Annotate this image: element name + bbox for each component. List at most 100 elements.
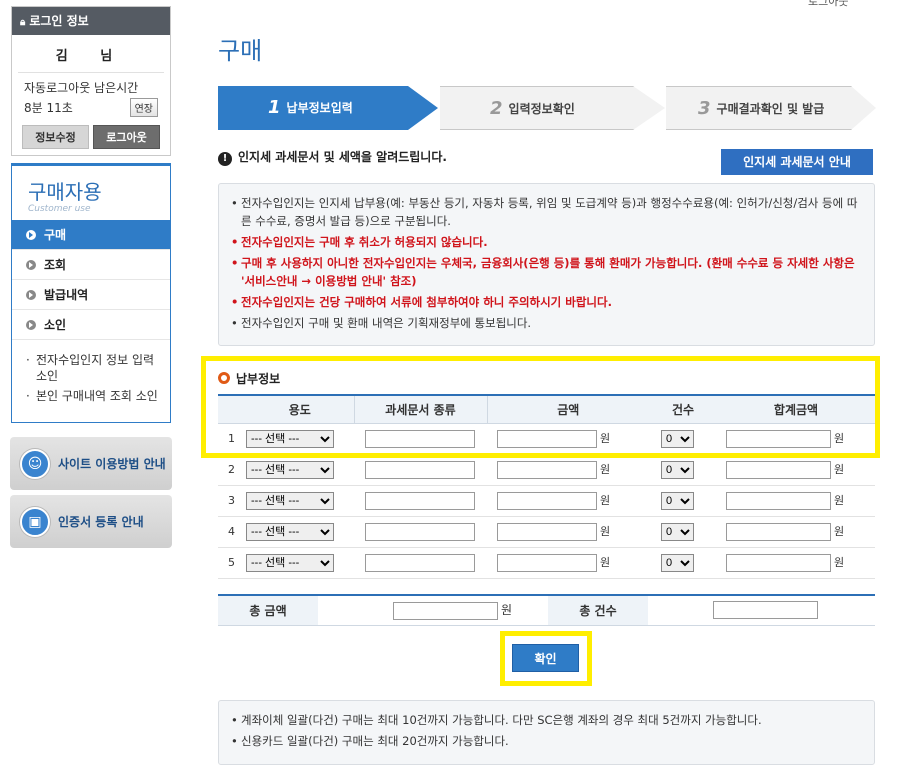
amount-cell: 원 xyxy=(487,485,649,517)
doc-type-field[interactable] xyxy=(365,522,475,541)
nav-item-purchase[interactable]: 구매 xyxy=(12,220,170,250)
bottom-note: 계좌이체 일괄(다건) 구매는 최대 10건까지 가능합니다. 다만 SC은행 … xyxy=(231,711,864,729)
use-select[interactable]: --- 선택 --- xyxy=(246,553,334,572)
bottom-note: 신용카드 일괄(다건) 구매는 최대 20건까지 가능합니다. xyxy=(231,732,864,750)
doc-type-cell xyxy=(354,516,487,548)
doc-type-field[interactable] xyxy=(365,460,475,479)
nav-item-issue-history[interactable]: 발급내역 xyxy=(12,280,170,310)
login-info-title: 로그인 정보 xyxy=(29,14,89,28)
amount-field[interactable] xyxy=(497,429,597,448)
sub-link-stamp-info-input[interactable]: 전자수입인지 정보 입력 소인 xyxy=(26,352,162,384)
step-number: 2 xyxy=(490,98,503,119)
total-cell: 원 xyxy=(717,485,875,517)
step-label: 구매결과확인 및 발급 xyxy=(716,102,825,116)
doc-type-field[interactable] xyxy=(365,553,475,572)
bottom-notes: 계좌이체 일괄(다건) 구매는 최대 10건까지 가능합니다. 다만 SC은행 … xyxy=(218,700,875,765)
count-select[interactable]: 0 xyxy=(661,429,694,448)
use-select[interactable]: --- 선택 --- xyxy=(246,491,334,510)
count-cell: 0 xyxy=(649,423,717,455)
col-header-doc-type: 과세문서 종류 xyxy=(353,394,487,424)
use-cell: --- 선택 --- xyxy=(246,454,354,486)
count-cell: 0 xyxy=(649,516,717,548)
total-amount-label: 총 금액 xyxy=(218,594,318,626)
row-total-field[interactable] xyxy=(726,460,831,479)
totals-row: 총 금액 원 총 건수 xyxy=(218,594,875,626)
total-cell: 원 xyxy=(717,516,875,548)
radio-ring-icon xyxy=(218,372,230,384)
exclamation-icon: ! xyxy=(218,152,232,166)
site-guide-banner[interactable]: ☺ 사이트 이용방법 안내 xyxy=(10,437,172,490)
extend-button[interactable]: 연장 xyxy=(129,98,158,117)
login-info-panel: 🔒︎ 로그인 정보 김 님 자동로그아웃 남은시간 8분 11초 연장 정보수정 … xyxy=(11,6,171,156)
row-total-field[interactable] xyxy=(726,553,831,572)
row-total-field[interactable] xyxy=(726,429,831,448)
amount-field[interactable] xyxy=(497,553,597,572)
amount-field[interactable] xyxy=(497,460,597,479)
won-unit: 원 xyxy=(834,431,845,445)
amount-cell: 원 xyxy=(487,454,649,486)
sub-link-purchase-history[interactable]: 본인 구매내역 조회 소인 xyxy=(26,388,162,404)
won-unit: 원 xyxy=(834,524,845,538)
total-amount-field[interactable] xyxy=(393,601,498,620)
tax-document-guide-button[interactable]: 인지세 과세문서 안내 xyxy=(721,149,873,175)
won-unit: 원 xyxy=(834,462,845,476)
won-unit: 원 xyxy=(600,524,611,538)
page-title: 구매 xyxy=(218,37,263,65)
confirm-button[interactable]: 확인 xyxy=(512,644,579,672)
nav-item-inquiry[interactable]: 조회 xyxy=(12,250,170,280)
row-total-field[interactable] xyxy=(726,522,831,541)
bullet-arrow-icon xyxy=(26,260,36,270)
use-select[interactable]: --- 선택 --- xyxy=(246,460,334,479)
table-row: 1 --- 선택 --- 원 0 원 xyxy=(218,423,875,455)
use-select[interactable]: --- 선택 --- xyxy=(246,429,334,448)
count-select[interactable]: 0 xyxy=(661,460,694,479)
table-row: 3 --- 선택 --- 원 0 원 xyxy=(218,485,875,517)
amount-cell: 원 xyxy=(487,547,649,579)
use-select[interactable]: --- 선택 --- xyxy=(246,522,334,541)
table-row: 5 --- 선택 --- 원 0 원 xyxy=(218,547,875,579)
site-guide-label: 사이트 이용방법 안내 xyxy=(58,457,166,471)
won-unit: 원 xyxy=(600,462,611,476)
side-nav-title: 구매자용 xyxy=(28,180,102,204)
step-2: 2 입력정보확인 xyxy=(440,86,665,130)
edit-info-button[interactable]: 정보수정 xyxy=(22,125,89,149)
count-select[interactable]: 0 xyxy=(661,553,694,572)
count-cell: 0 xyxy=(649,547,717,579)
use-cell: --- 선택 --- xyxy=(246,547,354,579)
step-label: 납부정보입력 xyxy=(286,101,353,115)
doc-type-field[interactable] xyxy=(365,429,475,448)
use-cell: --- 선택 --- xyxy=(246,423,354,455)
top-logout-link[interactable]: 로그아웃 xyxy=(808,0,848,9)
step-1: 1 납부정보입력 xyxy=(218,86,438,130)
cert-guide-label: 인증서 등록 안내 xyxy=(58,515,144,529)
count-select[interactable]: 0 xyxy=(661,491,694,510)
notice-box: 전자수입인지는 인지세 납부용(예: 부동산 등기, 자동차 등록, 위임 및 … xyxy=(218,183,875,346)
table-row: 4 --- 선택 --- 원 0 원 xyxy=(218,516,875,548)
count-cell: 0 xyxy=(649,454,717,486)
nav-item-cancel-stamp[interactable]: 소인 xyxy=(12,310,170,340)
doc-type-cell xyxy=(354,454,487,486)
won-unit: 원 xyxy=(834,555,845,569)
count-select[interactable]: 0 xyxy=(661,522,694,541)
row-total-field[interactable] xyxy=(726,491,831,510)
notice-line-warning: 전자수입인지는 구매 후 취소가 허용되지 않습니다. xyxy=(231,233,864,251)
doc-type-cell xyxy=(354,547,487,579)
payment-title-text: 납부정보 xyxy=(236,372,281,386)
doc-type-cell xyxy=(354,423,487,455)
won-unit: 원 xyxy=(600,555,611,569)
amount-field[interactable] xyxy=(497,491,597,510)
logout-button[interactable]: 로그아웃 xyxy=(93,125,160,149)
notice-heading-text: 인지세 과세문서 및 세액을 알려드립니다. xyxy=(238,150,447,164)
total-count-field[interactable] xyxy=(713,601,818,620)
total-cell: 원 xyxy=(717,454,875,486)
use-cell: --- 선택 --- xyxy=(246,516,354,548)
amount-field[interactable] xyxy=(497,522,597,541)
notice-line: 전자수입인지는 인지세 납부용(예: 부동산 등기, 자동차 등록, 위임 및 … xyxy=(231,194,864,230)
purchase-steps: 1 납부정보입력 2 입력정보확인 3 구매결과확인 및 발급 xyxy=(218,86,878,130)
doc-type-field[interactable] xyxy=(365,491,475,510)
nav-item-label: 조회 xyxy=(44,258,67,272)
cert-guide-banner[interactable]: ▣ 인증서 등록 안내 xyxy=(10,495,172,548)
remaining-time: 8분 11초 xyxy=(24,101,73,115)
lock-icon: 🔒︎ xyxy=(20,17,26,28)
row-number: 1 xyxy=(218,423,246,455)
